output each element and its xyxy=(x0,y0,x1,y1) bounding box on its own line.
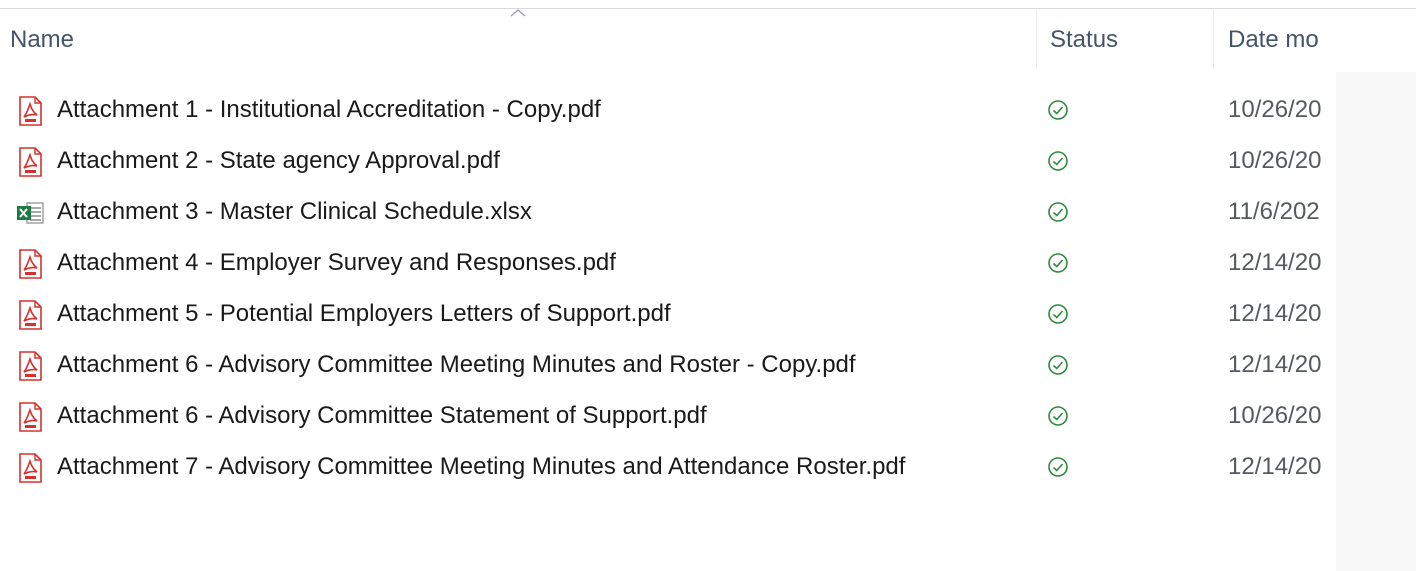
date-modified: 10/26/20 xyxy=(1228,147,1322,174)
pdf-file-icon xyxy=(19,249,42,279)
file-name[interactable]: Attachment 5 - Potential Employers Lette… xyxy=(57,300,671,328)
file-name[interactable]: Attachment 2 - State agency Approval.pdf xyxy=(57,147,500,175)
synced-status-icon xyxy=(1048,457,1068,477)
file-row[interactable]: Attachment 6 - Advisory Committee Meetin… xyxy=(0,340,1336,391)
sort-ascending-icon[interactable] xyxy=(508,8,528,18)
pdf-file-icon xyxy=(19,147,42,177)
pdf-file-icon xyxy=(19,402,42,432)
synced-status-icon xyxy=(1048,253,1068,273)
date-modified: 10/26/20 xyxy=(1228,96,1322,123)
column-divider[interactable] xyxy=(1036,10,1037,68)
file-row[interactable]: Attachment 6 - Advisory Committee Statem… xyxy=(0,391,1336,442)
scroll-area xyxy=(1336,72,1416,571)
file-row[interactable]: Attachment 3 - Master Clinical Schedule.… xyxy=(0,187,1336,238)
file-name[interactable]: Attachment 3 - Master Clinical Schedule.… xyxy=(57,198,532,226)
header-top-divider xyxy=(0,8,1416,9)
date-modified: 12/14/20 xyxy=(1228,351,1322,378)
pdf-file-icon xyxy=(19,351,42,381)
file-row[interactable]: Attachment 1 - Institutional Accreditati… xyxy=(0,85,1336,136)
pdf-file-icon xyxy=(19,96,42,126)
date-modified: 12/14/20 xyxy=(1228,453,1322,480)
file-name[interactable]: Attachment 4 - Employer Survey and Respo… xyxy=(57,249,616,277)
file-row[interactable]: Attachment 4 - Employer Survey and Respo… xyxy=(0,238,1336,289)
synced-status-icon xyxy=(1048,202,1068,222)
synced-status-icon xyxy=(1048,151,1068,171)
column-header-name[interactable]: Name xyxy=(10,26,610,54)
file-row[interactable]: Attachment 7 - Advisory Committee Meetin… xyxy=(0,442,1336,493)
file-name[interactable]: Attachment 1 - Institutional Accreditati… xyxy=(57,96,601,124)
synced-status-icon xyxy=(1048,355,1068,375)
date-modified: 11/6/202 xyxy=(1228,198,1320,225)
synced-status-icon xyxy=(1048,304,1068,324)
excel-file-icon xyxy=(17,202,44,224)
file-row[interactable]: Attachment 5 - Potential Employers Lette… xyxy=(0,289,1336,340)
file-row[interactable]: Attachment 2 - State agency Approval.pdf… xyxy=(0,136,1336,187)
column-header-date-modified[interactable]: Date mo xyxy=(1228,26,1328,54)
column-header-row: Name Status Date mo xyxy=(0,0,1424,70)
pdf-file-icon xyxy=(19,453,42,483)
date-modified: 12/14/20 xyxy=(1228,249,1322,276)
file-name[interactable]: Attachment 6 - Advisory Committee Statem… xyxy=(57,402,707,430)
file-name[interactable]: Attachment 6 - Advisory Committee Meetin… xyxy=(57,351,856,379)
column-divider[interactable] xyxy=(1213,10,1214,68)
synced-status-icon xyxy=(1048,100,1068,120)
pdf-file-icon xyxy=(19,300,42,330)
date-modified: 10/26/20 xyxy=(1228,402,1322,429)
column-header-status[interactable]: Status xyxy=(1050,26,1210,54)
date-modified: 12/14/20 xyxy=(1228,300,1322,327)
synced-status-icon xyxy=(1048,406,1068,426)
file-list: Attachment 1 - Institutional Accreditati… xyxy=(0,85,1336,493)
file-name[interactable]: Attachment 7 - Advisory Committee Meetin… xyxy=(57,453,905,481)
